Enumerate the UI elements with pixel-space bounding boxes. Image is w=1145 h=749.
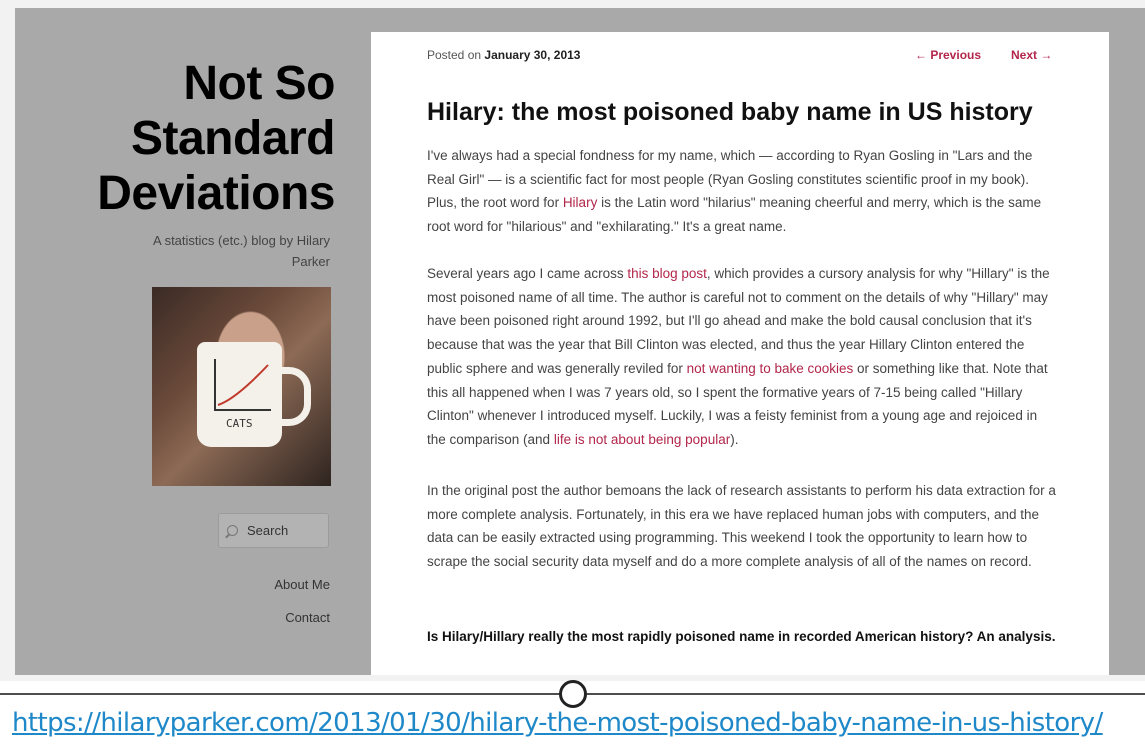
hilary-link[interactable]: Hilary xyxy=(563,195,598,210)
paragraph-2: Several years ago I came across this blo… xyxy=(427,262,1057,452)
post-date[interactable]: January 30, 2013 xyxy=(484,48,580,62)
site-title-line-3: Deviations xyxy=(97,167,335,220)
post-meta: Posted on January 30, 2013 xyxy=(427,48,580,62)
previous-post-link[interactable]: ← Previous xyxy=(915,48,981,62)
paragraph-1: I've always had a special fondness for m… xyxy=(427,144,1057,239)
site-tagline: A statistics (etc.) blog by Hilary Parke… xyxy=(153,233,330,269)
blog-post-link[interactable]: this blog post xyxy=(627,266,707,281)
timeline-knob[interactable] xyxy=(559,680,587,708)
search-label: Search xyxy=(247,523,289,538)
posted-on-label: Posted on xyxy=(427,48,482,62)
screen-frame: Not So Standard Deviations A statistics … xyxy=(0,0,1145,681)
paragraph-3: In the original post the author bemoans … xyxy=(427,483,1056,570)
post-title: Hilary: the most poisoned baby name in U… xyxy=(427,98,1033,126)
search-icon xyxy=(227,525,238,536)
article: Posted on January 30, 2013 ← Previous Ne… xyxy=(371,32,1109,675)
section-heading: Is Hilary/Hillary really the most rapidl… xyxy=(427,629,1056,644)
author-photo: CATS xyxy=(152,287,331,486)
contact-link[interactable]: Contact xyxy=(215,610,330,625)
mug-plot xyxy=(214,359,271,411)
p2-text-d: ). xyxy=(730,431,739,447)
site-title[interactable]: Not So Standard Deviations xyxy=(45,56,335,221)
blog-page: Not So Standard Deviations A statistics … xyxy=(15,8,1145,675)
mug-plot-line xyxy=(217,364,269,406)
next-post-link[interactable]: Next → xyxy=(1011,48,1052,62)
search-box[interactable]: Search xyxy=(218,513,329,548)
about-me-link[interactable]: About Me xyxy=(215,577,330,592)
mug-label: CATS xyxy=(226,417,253,430)
source-url-link[interactable]: https://hilaryparker.com/2013/01/30/hila… xyxy=(12,708,1103,738)
bake-cookies-link[interactable]: not wanting to bake cookies xyxy=(687,361,854,376)
p2-text-b: , which provides a cursory analysis for … xyxy=(427,266,1050,376)
site-title-line-1: Not So xyxy=(183,57,335,110)
p2-text-a: Several years ago I came across xyxy=(427,266,628,281)
life-not-popular-link[interactable]: life is not about being popular xyxy=(554,432,730,447)
site-title-line-2: Standard xyxy=(130,112,336,165)
